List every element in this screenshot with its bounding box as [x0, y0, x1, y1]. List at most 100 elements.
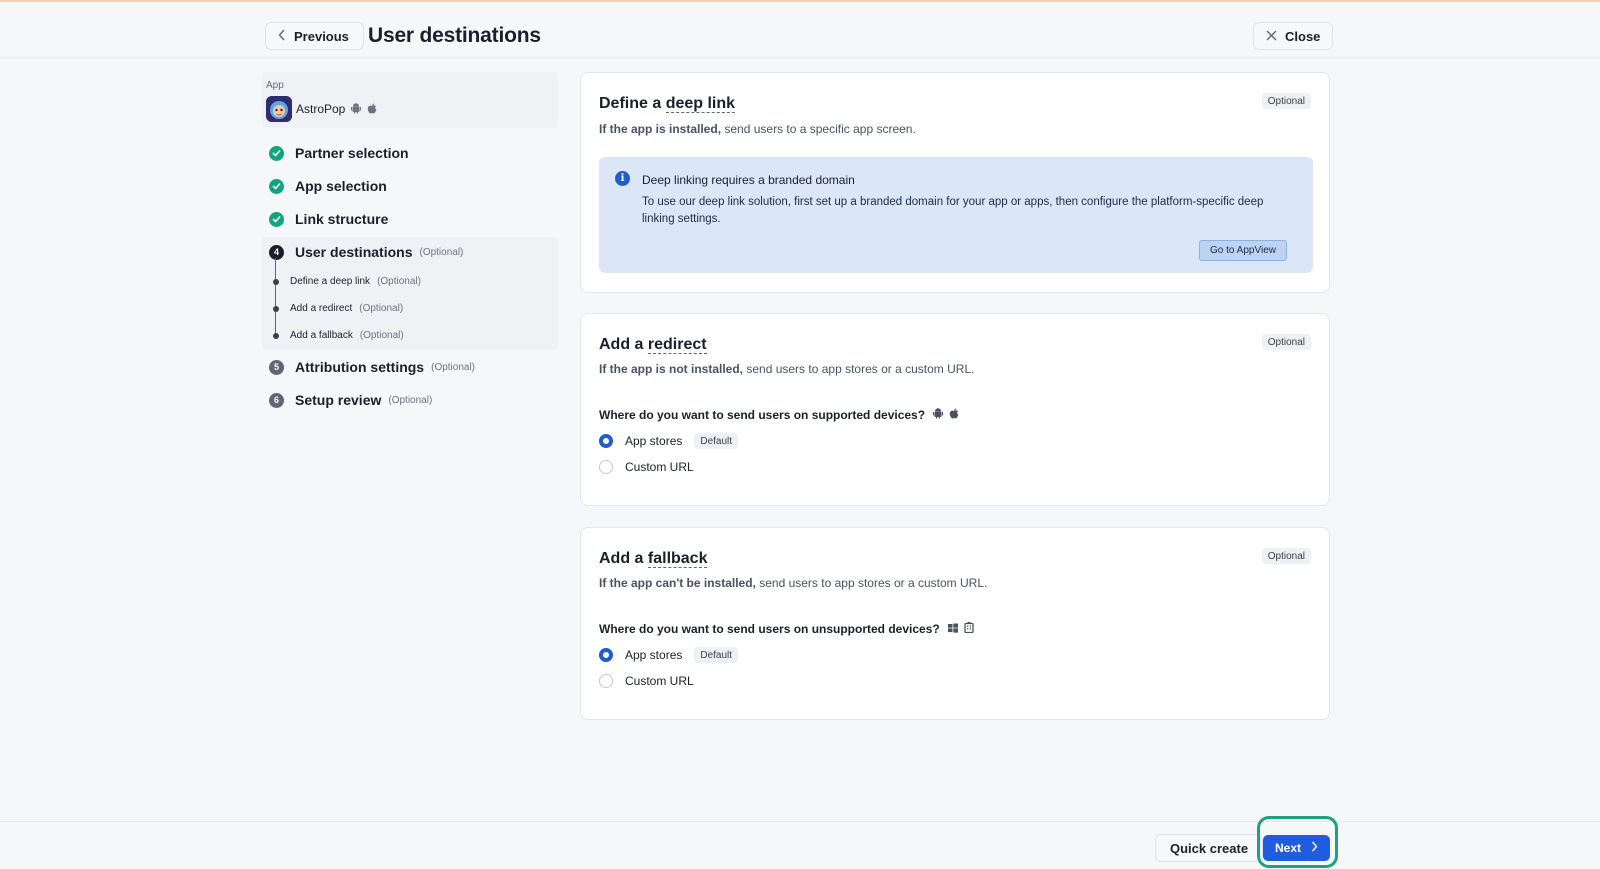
- step-optional-tag: (Optional): [419, 246, 464, 258]
- card-subtitle: If the app is not installed, send users …: [599, 362, 974, 376]
- card-title: Add a fallback: [599, 550, 708, 568]
- unsupported-devices-question: Where do you want to send users on unsup…: [599, 622, 974, 636]
- android-icon: [351, 101, 361, 119]
- building-icon: [964, 622, 974, 636]
- close-button[interactable]: Close: [1253, 22, 1334, 50]
- radio-label: App stores: [625, 434, 683, 448]
- card-subtitle: If the app can't be installed, send user…: [599, 576, 987, 590]
- close-icon: [1266, 29, 1277, 44]
- go-to-appview-button[interactable]: Go to AppView: [1199, 240, 1287, 261]
- step-optional-tag: (Optional): [388, 394, 433, 406]
- radio-custom-url[interactable]: Custom URL: [599, 460, 694, 474]
- question-label: Where do you want to send users on suppo…: [599, 408, 926, 422]
- step-number-badge: 6: [269, 392, 284, 408]
- optional-badge: Optional: [1261, 334, 1311, 350]
- substep-connector: [275, 258, 276, 338]
- previous-button[interactable]: Previous: [265, 22, 364, 50]
- radio-button-selected[interactable]: [599, 434, 613, 448]
- card-title: Define a deep link: [599, 95, 736, 113]
- card-subtitle-rest: send users to app stores or a custom URL…: [755, 576, 988, 590]
- radio-label: App stores: [625, 648, 683, 662]
- page-header: Previous User destinations Close: [0, 2, 1600, 58]
- substep-label: Add a redirect: [290, 303, 353, 314]
- radio-app-stores[interactable]: App stores Default: [599, 647, 739, 663]
- card-subtitle-rest: send users to app stores or a custom URL…: [743, 362, 975, 376]
- check-circle-icon: [269, 178, 284, 194]
- deep-link-card: Define a deep link Optional If the app i…: [580, 72, 1330, 293]
- substep-optional-tag: (Optional): [359, 330, 404, 341]
- card-subtitle-bold: If the app is installed,: [599, 122, 722, 136]
- apple-icon: [367, 101, 377, 119]
- substep-label: Define a deep link: [290, 276, 371, 287]
- optional-badge: Optional: [1261, 93, 1311, 109]
- step-label: Link structure: [295, 211, 389, 227]
- app-summary: App AstroPop: [262, 72, 558, 128]
- card-title-prefix: Add a: [599, 550, 648, 567]
- previous-label: Previous: [294, 28, 349, 44]
- card-title-term[interactable]: deep link: [665, 95, 736, 113]
- page-footer: Quick create Next: [0, 816, 1600, 869]
- quick-create-button[interactable]: Quick create: [1155, 834, 1264, 862]
- substep-optional-tag: (Optional): [359, 303, 404, 314]
- substep-add-fallback[interactable]: Add a fallback (Optional): [273, 330, 404, 341]
- card-title-term[interactable]: fallback: [647, 550, 708, 568]
- radio-label: Custom URL: [625, 460, 694, 474]
- radio-app-stores[interactable]: App stores Default: [599, 433, 739, 449]
- step-label: Setup review: [295, 392, 382, 408]
- substep-dot: [273, 305, 279, 312]
- info-icon: i: [615, 171, 630, 186]
- info-body: To use our deep link solution, first set…: [642, 196, 1264, 225]
- app-label: App: [266, 80, 284, 91]
- radio-custom-url[interactable]: Custom URL: [599, 674, 694, 688]
- substep-add-redirect[interactable]: Add a redirect (Optional): [273, 303, 403, 314]
- info-title: Deep linking requires a branded domain: [642, 173, 855, 187]
- card-subtitle: If the app is installed, send users to a…: [599, 122, 916, 136]
- step-label: Attribution settings: [295, 359, 425, 375]
- redirect-card: Add a redirect Optional If the app is no…: [580, 313, 1330, 506]
- supported-devices-question: Where do you want to send users on suppo…: [599, 408, 959, 422]
- substep-optional-tag: (Optional): [377, 276, 421, 287]
- step-partner-selection[interactable]: Partner selection: [269, 145, 409, 161]
- step-label: App selection: [295, 178, 387, 194]
- substep-define-deep-link[interactable]: Define a deep link (Optional): [273, 276, 421, 287]
- apple-icon: [949, 408, 959, 422]
- radio-button[interactable]: [599, 460, 613, 474]
- substep-dot: [273, 332, 279, 339]
- chevron-right-icon: [1311, 841, 1318, 855]
- page-title: User destinations: [368, 24, 541, 47]
- radio-button-selected[interactable]: [599, 648, 613, 662]
- app-name: AstroPop: [296, 102, 346, 116]
- quick-create-label: Quick create: [1170, 840, 1249, 856]
- next-button[interactable]: Next: [1263, 835, 1331, 861]
- fallback-card: Add a fallback Optional If the app can't…: [580, 527, 1330, 720]
- next-label: Next: [1275, 841, 1302, 855]
- android-icon: [933, 408, 944, 422]
- substep-label: Add a fallback: [290, 330, 353, 341]
- radio-button[interactable]: [599, 674, 613, 688]
- close-label: Close: [1285, 28, 1321, 44]
- optional-badge: Optional: [1261, 548, 1311, 564]
- check-circle-icon: [269, 211, 284, 227]
- card-title: Add a redirect: [599, 336, 707, 354]
- step-link-structure[interactable]: Link structure: [269, 211, 388, 227]
- substep-dot: [273, 278, 279, 285]
- card-title-prefix: Define a: [599, 95, 666, 112]
- windows-icon: [947, 622, 958, 636]
- step-user-destinations[interactable]: 4 User destinations (Optional): [269, 244, 463, 260]
- step-label: Partner selection: [295, 145, 409, 161]
- question-label: Where do you want to send users on unsup…: [599, 622, 940, 636]
- card-subtitle-bold: If the app is not installed,: [599, 362, 744, 376]
- chevron-left-icon: [278, 29, 286, 44]
- step-label: User destinations: [295, 244, 413, 260]
- step-setup-review[interactable]: 6 Setup review (Optional): [269, 392, 432, 408]
- step-number-badge: 5: [269, 359, 284, 375]
- default-badge: Default: [694, 433, 739, 449]
- step-app-selection[interactable]: App selection: [269, 178, 387, 194]
- radio-label: Custom URL: [625, 674, 694, 688]
- card-subtitle-bold: If the app can't be installed,: [599, 576, 756, 590]
- card-subtitle-rest: send users to a specific app screen.: [721, 122, 916, 136]
- step-attribution-settings[interactable]: 5 Attribution settings (Optional): [269, 359, 475, 375]
- card-title-term[interactable]: redirect: [647, 336, 707, 354]
- branded-domain-info-box: i Deep linking requires a branded domain…: [599, 157, 1313, 273]
- app-avatar: [266, 96, 292, 122]
